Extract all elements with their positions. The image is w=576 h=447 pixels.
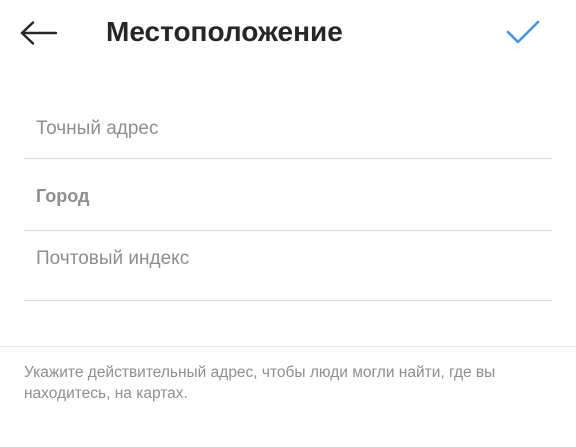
- confirm-button[interactable]: [500, 10, 546, 54]
- postal-code-input[interactable]: [24, 230, 552, 288]
- postal-field-container: [24, 230, 552, 301]
- page-title: Местоположение: [106, 16, 343, 47]
- hint-text: Укажите действительный адрес, чтобы люди…: [24, 364, 496, 402]
- address-input[interactable]: [24, 100, 552, 158]
- location-screen: Местоположение Город Укажите действитель…: [0, 0, 576, 447]
- header: Местоположение: [0, 0, 576, 66]
- city-value: Город: [36, 186, 90, 206]
- checkmark-icon: [506, 20, 540, 44]
- arrow-left-icon: [20, 21, 58, 45]
- divider: [0, 346, 576, 347]
- back-button[interactable]: [14, 12, 64, 54]
- address-field-container: [24, 100, 552, 159]
- city-field[interactable]: Город: [24, 172, 552, 231]
